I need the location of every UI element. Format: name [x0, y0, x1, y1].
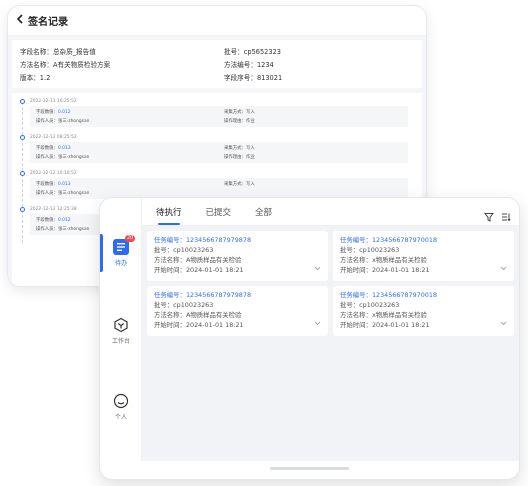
task-number: 任务编号：1234566787970018: [340, 290, 507, 300]
tab-submitted[interactable]: 已提交: [206, 206, 232, 225]
task-card[interactable]: 任务编号：1234566787970018 批号：cp10023263 方法名称…: [333, 231, 514, 281]
sidebar-item-label: 个人: [114, 414, 127, 421]
task-method: 方法名称：x物质样品有关检验: [340, 311, 427, 319]
page-title: 签名记录: [28, 17, 68, 28]
device-showcase: 签名记录 字段名称：总杂质_报告值 批号：cp5652323 方法名称：A有关物…: [0, 0, 528, 486]
task-start-time: 开始时间：2024-01-01 18:21: [154, 321, 244, 329]
timeline-entry: 2022-12-12 10:10:52 字段数值：0.013 采集方式：写入 操…: [20, 169, 414, 207]
task-method: 方法名称：x物质样品有关检验: [340, 256, 427, 264]
field-value-link[interactable]: 0.012: [58, 110, 71, 115]
timeline-entry: 2022-12-12 08:25:52 字段数值：0.013 采集方式：写入 操…: [20, 133, 414, 171]
field-value-label: 字段数值：: [36, 182, 58, 187]
field-value-label: 字段数值：: [36, 110, 58, 115]
entry-time: 2022-12-11 16:25:52: [30, 99, 77, 104]
task-list: 任务编号：1234566787979878 批号：cp10023263 方法名称…: [142, 226, 519, 461]
version: 版本：1.2: [20, 74, 51, 82]
task-number: 任务编号：1234566787979878: [154, 290, 321, 300]
task-method: 方法名称：A物质样品有关检验: [154, 256, 242, 264]
collect-method: 采集方式：写入: [224, 110, 255, 115]
sidebar-item-profile[interactable]: 个人: [100, 393, 142, 421]
todo-list-icon: 20: [113, 235, 135, 255]
field-sequence: 字段序号：813021: [224, 74, 283, 82]
chevron-down-icon[interactable]: [314, 256, 321, 275]
task-number-value[interactable]: 1234566787970018: [372, 291, 437, 299]
operator: 操作人员：张三-zhongsan: [36, 119, 90, 124]
tab-bar: 待执行 已提交 全部: [142, 198, 519, 226]
method-name: 方法名称：A有关物质检验方案: [20, 61, 111, 69]
chevron-down-icon[interactable]: [500, 311, 507, 330]
batch-number: 批号：cp5652323: [224, 48, 281, 56]
task-list-screen: 20 待办 工作台 个人 待执行 已提交 全部 任务编号：12345667879…: [100, 198, 519, 479]
smile-user-icon: [113, 393, 129, 409]
field-value: 字段数值：0.013: [36, 145, 224, 151]
task-start-time: 开始时间：2024-01-01 18:21: [154, 266, 244, 274]
timeline-dot: [20, 171, 25, 176]
workbench-icon: [113, 317, 129, 333]
sidebar: 20 待办 工作台 个人: [100, 198, 142, 461]
timeline-dot: [20, 99, 25, 104]
main-panel: 待执行 已提交 全部 任务编号：1234566787979878 批号：cp10…: [142, 198, 519, 461]
timeline-dot: [20, 135, 25, 140]
collect-method: 采集方式：写入: [224, 182, 255, 187]
task-method: 方法名称：A物质样品有关检验: [154, 311, 242, 319]
operation-reason: [224, 190, 402, 196]
timeline-entry: 2022-12-11 16:25:52 字段数值：0.012 采集方式：写入 操…: [20, 97, 414, 135]
filter-icon[interactable]: [483, 207, 495, 226]
field-value-link[interactable]: 0.013: [58, 146, 71, 151]
task-card[interactable]: 任务编号：1234566787970018 批号：cp10023263 方法名称…: [333, 286, 514, 336]
timeline-dot: [20, 207, 25, 212]
task-number-value[interactable]: 1234566787979878: [186, 236, 251, 244]
home-indicator[interactable]: [270, 467, 349, 470]
field-value-label: 字段数值：: [36, 146, 58, 151]
chevron-left-icon[interactable]: [16, 14, 24, 27]
sort-icon[interactable]: [501, 207, 511, 226]
sidebar-item-todo[interactable]: 20 待办: [100, 235, 142, 267]
task-number-value[interactable]: 1234566787979878: [186, 291, 251, 299]
task-batch: 批号：cp10023263: [340, 246, 400, 254]
sidebar-item-label: 待办: [114, 260, 127, 267]
tab-pending[interactable]: 待执行: [156, 206, 182, 225]
task-number-label: 任务编号：: [154, 236, 186, 244]
field-value-link[interactable]: 0.013: [58, 182, 71, 187]
task-start-time: 开始时间：2024-01-01 18:21: [340, 321, 430, 329]
field-value: 字段数值：0.013: [36, 181, 224, 187]
task-number-value[interactable]: 1234566787970018: [372, 236, 437, 244]
field-value-label: 字段数值：: [36, 218, 58, 223]
chevron-down-icon[interactable]: [314, 311, 321, 330]
sidebar-item-label: 工作台: [111, 338, 130, 345]
toolbar: [483, 207, 511, 226]
entry-time: 2022-12-12 10:10:52: [30, 171, 77, 176]
entry-time: 2022-12-12 08:25:52: [30, 135, 77, 140]
field-value-link[interactable]: 0.012: [58, 218, 71, 223]
task-card[interactable]: 任务编号：1234566787979878 批号：cp10023263 方法名称…: [147, 286, 328, 336]
task-batch: 批号：cp10023263: [154, 301, 214, 309]
entry-details: 字段数值：0.013 采集方式：写入 操作人员：张三-zhongsan 操作理由…: [30, 142, 408, 163]
field-info-card: 字段名称：总杂质_报告值 批号：cp5652323 方法名称：A有关物质检验方案…: [12, 40, 422, 88]
task-number: 任务编号：1234566787970018: [340, 235, 507, 245]
todo-count-badge: 20: [125, 235, 135, 242]
chevron-down-icon[interactable]: [500, 256, 507, 275]
entry-details: 字段数值：0.012 采集方式：写入 操作人员：张三-zhongsan 操作理由…: [30, 106, 408, 127]
task-number: 任务编号：1234566787979878: [154, 235, 321, 245]
task-batch: 批号：cp10023263: [154, 246, 214, 254]
task-number-label: 任务编号：: [340, 291, 372, 299]
operator: 操作人员：张三-zhongsan: [36, 191, 90, 196]
tab-all[interactable]: 全部: [255, 206, 272, 225]
field-name: 字段名称：总杂质_报告值: [20, 48, 96, 56]
method-number: 方法编号：1234: [224, 61, 274, 69]
task-number-label: 任务编号：: [154, 291, 186, 299]
task-card[interactable]: 任务编号：1234566787979878 批号：cp10023263 方法名称…: [147, 231, 328, 281]
field-value: 字段数值：0.012: [36, 109, 224, 115]
collect-method: 采集方式：写入: [224, 146, 255, 151]
page-header: 签名记录: [8, 6, 426, 36]
sidebar-item-workbench[interactable]: 工作台: [100, 317, 142, 345]
task-batch: 批号：cp10023263: [340, 301, 400, 309]
entry-details: 字段数值：0.013 采集方式：写入 操作人员：张三-zhongsan: [30, 178, 408, 199]
operation-reason: 操作理由：作业: [224, 119, 255, 124]
operator: 操作人员：张三-zhongsan: [36, 155, 90, 160]
task-start-time: 开始时间：2024-01-01 18:21: [340, 266, 430, 274]
operation-reason: 操作理由：作业: [224, 155, 255, 160]
task-number-label: 任务编号：: [340, 236, 372, 244]
